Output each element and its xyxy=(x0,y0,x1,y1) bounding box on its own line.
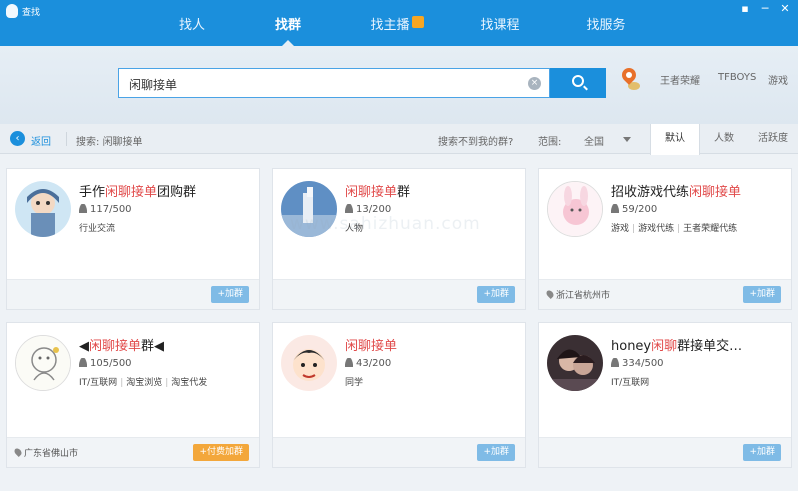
group-name[interactable]: 闲聊接单 xyxy=(345,335,397,354)
card-footer: +加群 xyxy=(273,437,525,467)
card-footer: 广东省佛山市 +付费加群 xyxy=(7,437,259,467)
location-pin-icon xyxy=(545,289,555,299)
clear-icon[interactable]: × xyxy=(528,77,541,90)
search-area: × 王者荣耀 TFBOYS 游戏 xyxy=(0,46,798,124)
member-count: 105/500 xyxy=(79,358,132,369)
group-avatar[interactable] xyxy=(547,335,603,391)
person-icon xyxy=(345,204,353,213)
back-link[interactable]: 返回 xyxy=(31,133,51,148)
group-avatar[interactable] xyxy=(15,181,71,237)
group-card[interactable]: 手作闲聊接单团购群 117/500 行业交流 +加群 xyxy=(6,168,260,310)
search-icon xyxy=(572,75,584,87)
group-tags: 行业交流 xyxy=(79,224,116,234)
person-icon xyxy=(611,204,619,213)
paid-join-group-button[interactable]: +付费加群 xyxy=(193,444,249,461)
hot-word-2[interactable]: TFBOYS xyxy=(718,72,756,83)
group-tags: IT/互联网 xyxy=(611,378,650,388)
tab-find-courses[interactable]: 找课程 xyxy=(472,12,528,46)
sort-activity[interactable]: 活跃度 xyxy=(748,124,798,154)
group-location: 浙江省杭州市 xyxy=(545,288,610,301)
member-count: 117/500 xyxy=(79,204,132,215)
group-avatar[interactable] xyxy=(15,335,71,391)
tab-find-groups[interactable]: 找群 xyxy=(266,12,310,46)
group-avatar[interactable] xyxy=(281,335,337,391)
card-footer: +加群 xyxy=(273,279,525,309)
group-name[interactable]: ◀闲聊接单群◀ xyxy=(79,335,164,354)
tab-find-streamers[interactable]: 找主播 xyxy=(362,12,432,46)
group-card[interactable]: 闲聊接单群 13/200 人物 +加群 xyxy=(272,168,526,310)
search-button[interactable] xyxy=(550,68,606,98)
group-card[interactable]: 闲聊接单 43/200 同学 +加群 xyxy=(272,322,526,468)
group-name[interactable]: 手作闲聊接单团购群 xyxy=(79,181,196,200)
member-count: 59/200 xyxy=(611,204,657,215)
not-found-link[interactable]: 搜索不到我的群? xyxy=(438,133,513,148)
person-icon xyxy=(79,204,87,213)
join-group-button[interactable]: +加群 xyxy=(477,444,515,461)
location-pin-icon xyxy=(13,447,23,457)
join-group-button[interactable]: +加群 xyxy=(211,286,249,303)
hot-word-3[interactable]: 游戏 xyxy=(768,72,788,87)
main-tabs: 找人 找群 找主播 找课程 找服务 xyxy=(0,12,798,46)
hot-word-1[interactable]: 王者荣耀 xyxy=(660,72,700,87)
search-box: × xyxy=(118,68,550,98)
group-tags: IT/互联网 | 淘宝浏览 | 淘宝代发 xyxy=(79,378,208,388)
top-bar: 查找 ▪ ─ ✕ 找人 找群 找主播 找课程 找服务 xyxy=(0,0,798,46)
watermark: www.sahizhuan.com xyxy=(290,214,481,234)
filter-bar: ‹ 返回 搜索: 闲聊接单 搜索不到我的群? 范围: 全国 默认 人数 活跃度 xyxy=(0,124,798,155)
search-input[interactable] xyxy=(129,75,519,93)
sort-members[interactable]: 人数 xyxy=(700,124,748,154)
group-card[interactable]: honey闲聊群接单交… 334/500 IT/互联网 +加群 xyxy=(538,322,792,468)
join-group-button[interactable]: +加群 xyxy=(743,286,781,303)
member-count: 43/200 xyxy=(345,358,391,369)
person-icon xyxy=(79,358,87,367)
back-arrow-icon[interactable]: ‹ xyxy=(10,131,25,146)
chevron-down-icon[interactable] xyxy=(623,137,631,142)
person-icon xyxy=(345,358,353,367)
range-select[interactable]: 全国 xyxy=(584,133,604,148)
group-card[interactable]: ◀闲聊接单群◀ 105/500 IT/互联网 | 淘宝浏览 | 淘宝代发 广东省佛山市 … xyxy=(6,322,260,468)
search-query-label: 搜索: 闲聊接单 xyxy=(76,137,143,148)
card-footer: +加群 xyxy=(539,437,791,467)
group-avatar[interactable] xyxy=(547,181,603,237)
group-tags: 同学 xyxy=(345,378,364,388)
card-footer: +加群 xyxy=(7,279,259,309)
tab-find-people[interactable]: 找人 xyxy=(170,12,214,46)
divider xyxy=(66,132,67,146)
person-icon xyxy=(611,358,619,367)
card-footer: 浙江省杭州市 +加群 xyxy=(539,279,791,309)
range-label: 范围: xyxy=(538,137,562,148)
group-name[interactable]: 闲聊接单群 xyxy=(345,181,410,200)
join-group-button[interactable]: +加群 xyxy=(743,444,781,461)
sort-default[interactable]: 默认 xyxy=(650,124,700,155)
group-card[interactable]: 招收游戏代练闲聊接单 59/200 游戏 | 游戏代练 | 王者荣耀代练 浙江省杭州市 … xyxy=(538,168,792,310)
hot-badge-icon xyxy=(411,16,424,28)
group-name[interactable]: honey闲聊群接单交… xyxy=(611,335,742,354)
group-tags: 游戏 | 游戏代练 | 王者荣耀代练 xyxy=(611,224,738,234)
member-count: 334/500 xyxy=(611,358,664,369)
group-location: 广东省佛山市 xyxy=(13,446,78,459)
tab-find-services[interactable]: 找服务 xyxy=(578,12,634,46)
group-name[interactable]: 招收游戏代练闲聊接单 xyxy=(611,181,741,200)
join-group-button[interactable]: +加群 xyxy=(477,286,515,303)
